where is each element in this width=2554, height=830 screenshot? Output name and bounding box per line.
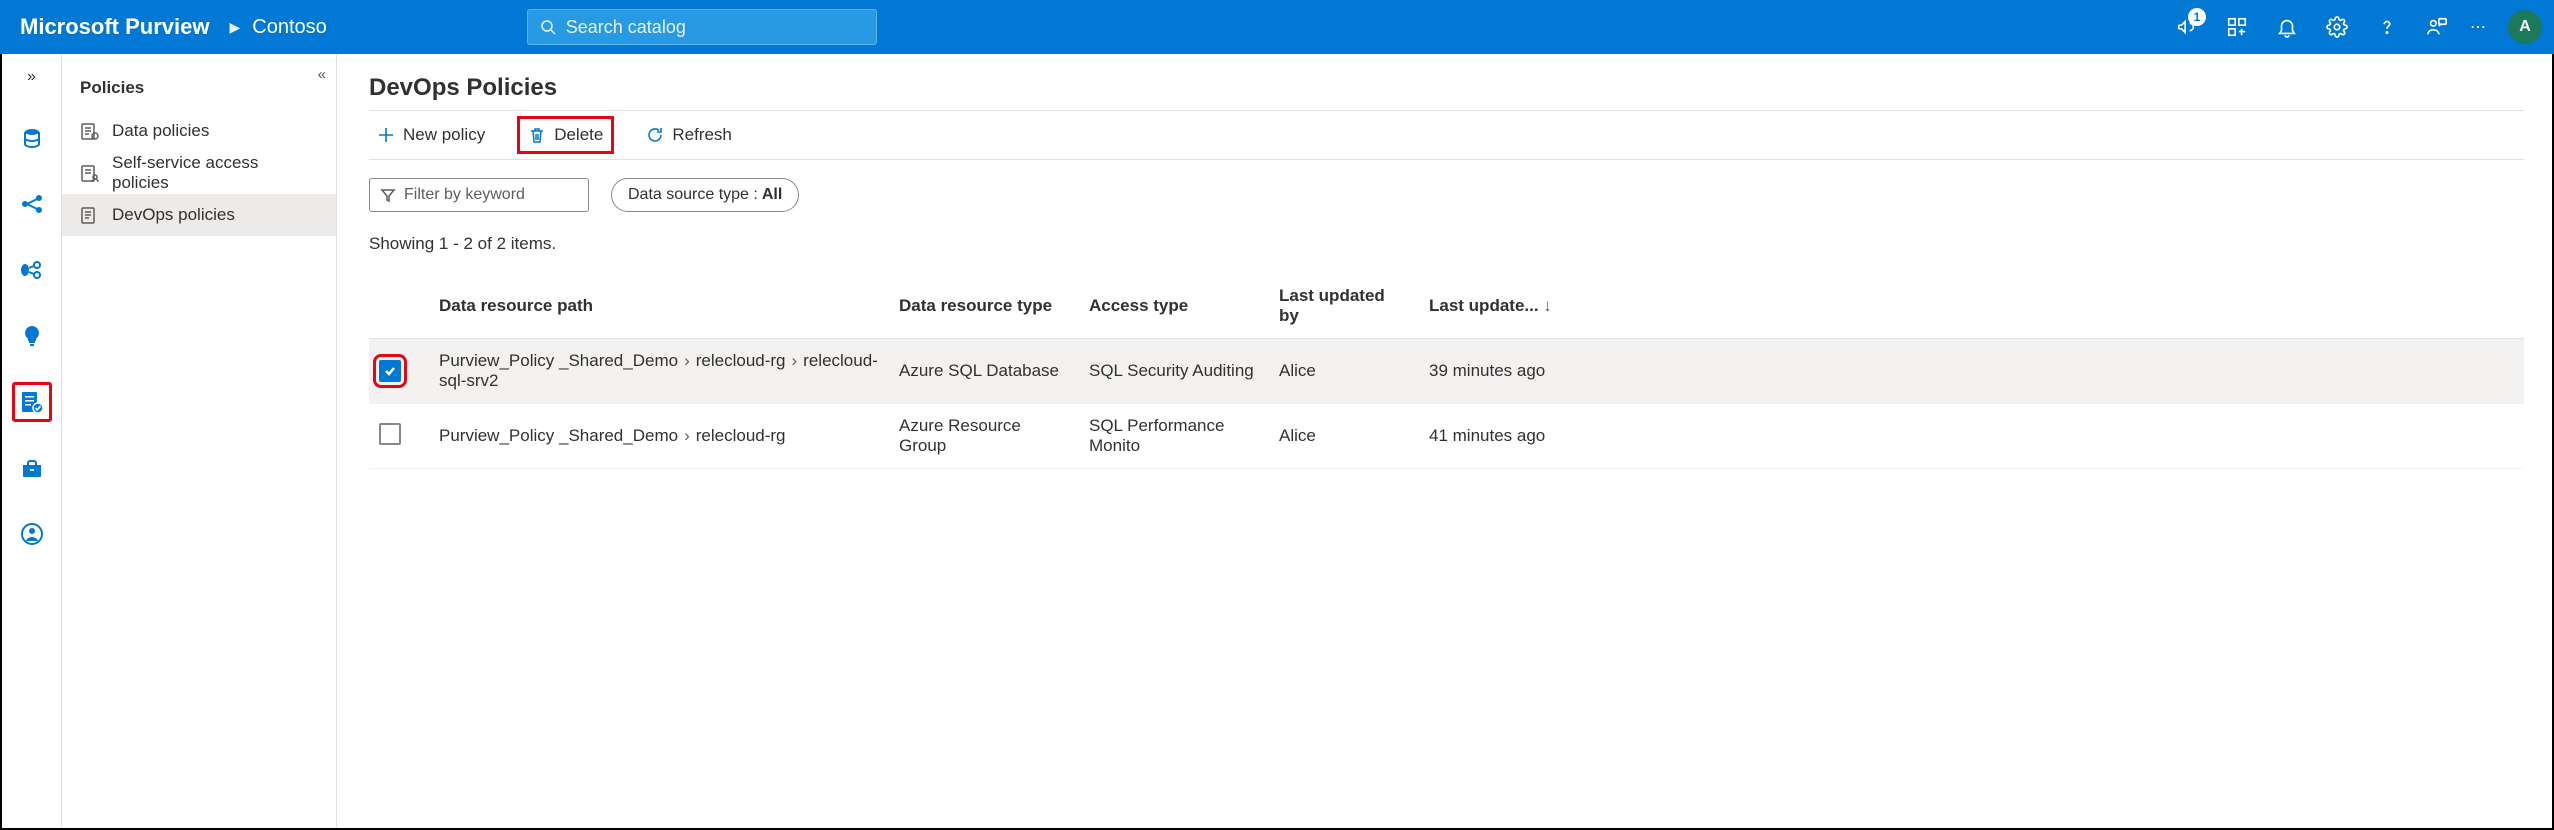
bell-icon xyxy=(2276,16,2298,38)
rail-policy[interactable] xyxy=(12,382,52,422)
col-updated-by[interactable]: Last updated by xyxy=(1269,274,1419,339)
cell-access: SQL Performance Monito xyxy=(1079,404,1269,469)
subnav-item-label: DevOps policies xyxy=(112,205,235,225)
cell-path: Purview_Policy _Shared_Demo › relecloud-rg… xyxy=(429,339,889,404)
cell-updated_at: 39 minutes ago xyxy=(1419,339,2524,404)
main-content: DevOps Policies New policy Delete Refres… xyxy=(337,54,2552,828)
notifications-button[interactable] xyxy=(2262,0,2312,54)
col-type[interactable]: Data resource type xyxy=(889,274,1079,339)
table-row[interactable]: Purview_Policy _Shared_Demo › relecloud-rg… xyxy=(369,339,2524,404)
toolbar: New policy Delete Refresh xyxy=(369,110,2524,160)
pill-label: Data source type : xyxy=(628,186,758,204)
pipeline-icon xyxy=(19,258,45,282)
left-rail: » xyxy=(2,54,62,828)
policy-icon xyxy=(19,389,45,415)
search-icon xyxy=(540,19,556,35)
management-icon xyxy=(20,456,44,480)
search-placeholder: Search catalog xyxy=(566,17,686,38)
rail-insights[interactable] xyxy=(12,316,52,356)
avatar[interactable]: A xyxy=(2508,10,2542,44)
cell-updated_at: 41 minutes ago xyxy=(1419,404,2524,469)
insights-icon xyxy=(20,324,44,348)
subnav-item-label: Self-service access policies xyxy=(112,153,318,193)
path-segment: relecloud-rg xyxy=(696,426,786,445)
filter-keyword-input[interactable]: Filter by keyword xyxy=(369,178,589,212)
self-service-icon xyxy=(80,163,100,183)
subnav-item-devops[interactable]: DevOps policies xyxy=(62,194,336,236)
policies-table: Data resource path Data resource type Ac… xyxy=(369,274,2524,469)
rail-pipeline[interactable] xyxy=(12,250,52,290)
refresh-button[interactable]: Refresh xyxy=(638,119,740,151)
cell-updated_by: Alice xyxy=(1269,404,1419,469)
subnav-item-label: Data policies xyxy=(112,121,209,141)
row-checkbox[interactable] xyxy=(379,360,401,382)
filter-row: Filter by keyword Data source type : All xyxy=(369,178,2524,212)
filter-keyword-placeholder: Filter by keyword xyxy=(404,186,525,204)
cell-path: Purview_Policy _Shared_Demo › relecloud-rg xyxy=(429,404,889,469)
breadcrumb[interactable]: Contoso xyxy=(252,16,327,39)
policies-subnav: « Policies Data policies Self-service ac… xyxy=(62,54,337,828)
path-segment: Purview_Policy _Shared_Demo xyxy=(439,426,678,445)
result-count: Showing 1 - 2 of 2 items. xyxy=(369,234,2524,254)
brand[interactable]: Microsoft Purview xyxy=(12,14,217,40)
breadcrumb-separator-icon: ▶ xyxy=(229,19,240,36)
path-segment: Purview_Policy _Shared_Demo xyxy=(439,351,678,370)
path-segment: relecloud-rg xyxy=(696,351,786,370)
refresh-icon xyxy=(646,126,664,144)
delete-button[interactable]: Delete xyxy=(517,116,614,154)
new-policy-label: New policy xyxy=(403,125,485,145)
trash-icon xyxy=(528,126,546,144)
search-input[interactable]: Search catalog xyxy=(527,9,877,45)
help-button[interactable] xyxy=(2362,0,2412,54)
subnav-item-self-service[interactable]: Self-service access policies xyxy=(62,152,336,194)
cell-type: Azure SQL Database xyxy=(889,339,1079,404)
subnav-item-data-policies[interactable]: Data policies xyxy=(62,110,336,152)
col-access[interactable]: Access type xyxy=(1079,274,1269,339)
data-source-type-filter[interactable]: Data source type : All xyxy=(611,178,799,212)
cell-access: SQL Security Auditing xyxy=(1079,339,1269,404)
rail-management[interactable] xyxy=(12,448,52,488)
filter-icon xyxy=(380,187,396,203)
rail-expand-button[interactable]: » xyxy=(21,62,42,92)
chevron-right-icon: › xyxy=(684,426,690,445)
table-row[interactable]: Purview_Policy _Shared_Demo › relecloud-rg… xyxy=(369,404,2524,469)
devops-policies-icon xyxy=(80,205,100,225)
col-path[interactable]: Data resource path xyxy=(429,274,889,339)
directory-icon xyxy=(2226,16,2248,38)
data-policies-icon xyxy=(80,121,100,141)
announcements-button[interactable]: 1 xyxy=(2162,0,2212,54)
settings-button[interactable] xyxy=(2312,0,2362,54)
data-map-icon xyxy=(20,192,44,216)
person-feedback-icon xyxy=(2426,16,2448,38)
rail-data-map[interactable] xyxy=(12,184,52,224)
col-checkbox xyxy=(369,274,429,339)
plus-icon xyxy=(377,126,395,144)
col-updated-at[interactable]: Last update... xyxy=(1419,274,2524,339)
rail-user[interactable] xyxy=(12,514,52,554)
app-header: Microsoft Purview ▶ Contoso Search catal… xyxy=(0,0,2554,54)
rail-data-sources[interactable] xyxy=(12,118,52,158)
chevron-right-icon: › xyxy=(684,351,690,370)
chevron-right-icon: › xyxy=(792,351,798,370)
data-sources-icon xyxy=(20,126,44,150)
row-checkbox[interactable] xyxy=(379,423,401,445)
directory-button[interactable] xyxy=(2212,0,2262,54)
user-icon xyxy=(20,522,44,546)
delete-label: Delete xyxy=(554,125,603,145)
new-policy-button[interactable]: New policy xyxy=(369,119,493,151)
gear-icon xyxy=(2326,16,2348,38)
refresh-label: Refresh xyxy=(672,125,732,145)
subnav-collapse-button[interactable]: « xyxy=(318,66,326,83)
cell-updated_by: Alice xyxy=(1269,339,1419,404)
feedback-button[interactable] xyxy=(2412,0,2462,54)
page-title: DevOps Policies xyxy=(369,74,2524,102)
help-icon xyxy=(2376,16,2398,38)
more-button[interactable]: ⋯ xyxy=(2462,17,2496,37)
cell-type: Azure Resource Group xyxy=(889,404,1079,469)
subnav-title: Policies xyxy=(62,62,336,110)
notification-badge: 1 xyxy=(2188,8,2206,26)
pill-value: All xyxy=(762,186,782,204)
